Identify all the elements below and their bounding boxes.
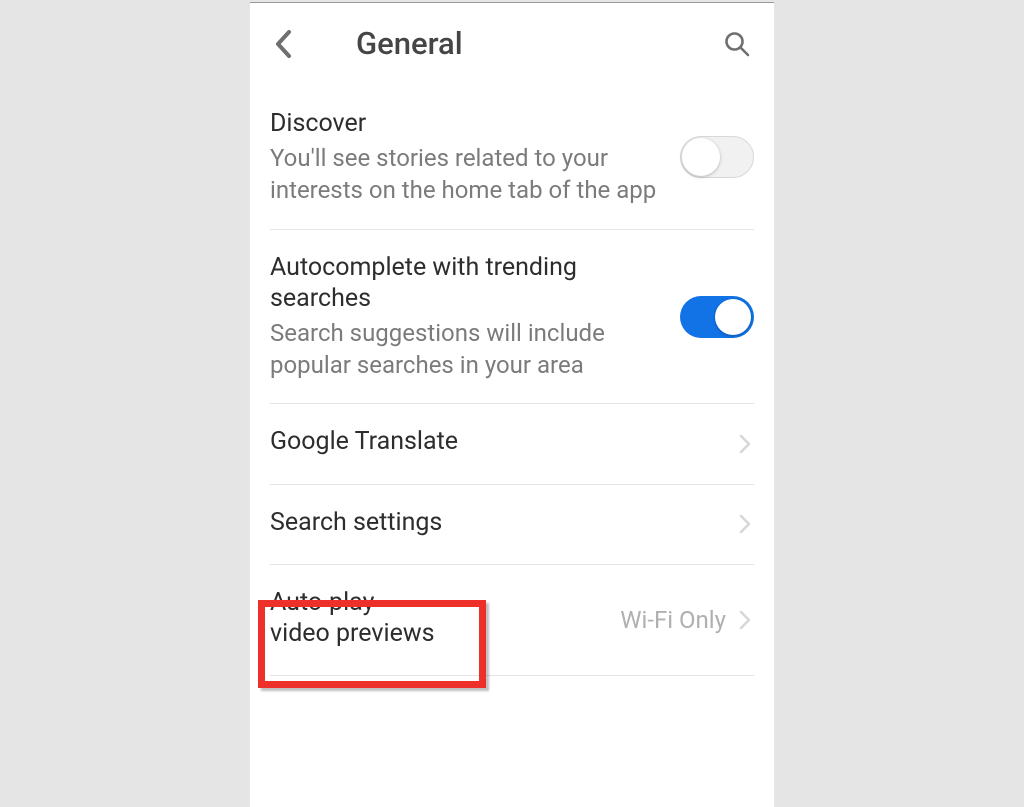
row-discover[interactable]: Discover You'll see stories related to y…: [270, 98, 754, 230]
row-text: Google Translate: [270, 426, 736, 461]
header: General: [250, 3, 774, 98]
row-text: Auto-play video previews: [270, 587, 451, 654]
row-google-translate[interactable]: Google Translate: [270, 404, 754, 484]
search-icon: [724, 31, 750, 57]
row-subtitle: You'll see stories related to your inter…: [270, 143, 668, 206]
row-autoplay[interactable]: Auto-play video previews Wi-Fi Only: [270, 565, 754, 677]
row-title: Discover: [270, 108, 668, 139]
chevron-right-icon: [736, 610, 754, 630]
row-search-settings[interactable]: Search settings: [270, 485, 754, 565]
row-title: Auto-play video previews: [270, 587, 439, 650]
back-button[interactable]: [274, 29, 308, 59]
autocomplete-toggle[interactable]: [680, 296, 754, 338]
row-title: Google Translate: [270, 426, 724, 457]
row-text: Search settings: [270, 507, 736, 542]
page-title: General: [308, 25, 724, 62]
row-title: Autocomplete with trending searches: [270, 252, 668, 315]
row-text: Discover You'll see stories related to y…: [270, 108, 680, 207]
chevron-right-icon: [736, 514, 754, 534]
toggle-knob: [682, 138, 720, 176]
row-text: Autocomplete with trending searches Sear…: [270, 252, 680, 382]
discover-toggle[interactable]: [680, 136, 754, 178]
search-button[interactable]: [724, 31, 750, 57]
row-autocomplete[interactable]: Autocomplete with trending searches Sear…: [270, 230, 754, 405]
row-subtitle: Search suggestions will include popular …: [270, 318, 668, 381]
row-value: Wi-Fi Only: [620, 606, 726, 634]
settings-list: Discover You'll see stories related to y…: [250, 98, 774, 676]
row-title: Search settings: [270, 507, 724, 538]
chevron-left-icon: [274, 29, 292, 59]
toggle-knob: [715, 299, 751, 335]
chevron-right-icon: [736, 434, 754, 454]
settings-screen: General Discover You'll see stories rela…: [250, 2, 774, 807]
